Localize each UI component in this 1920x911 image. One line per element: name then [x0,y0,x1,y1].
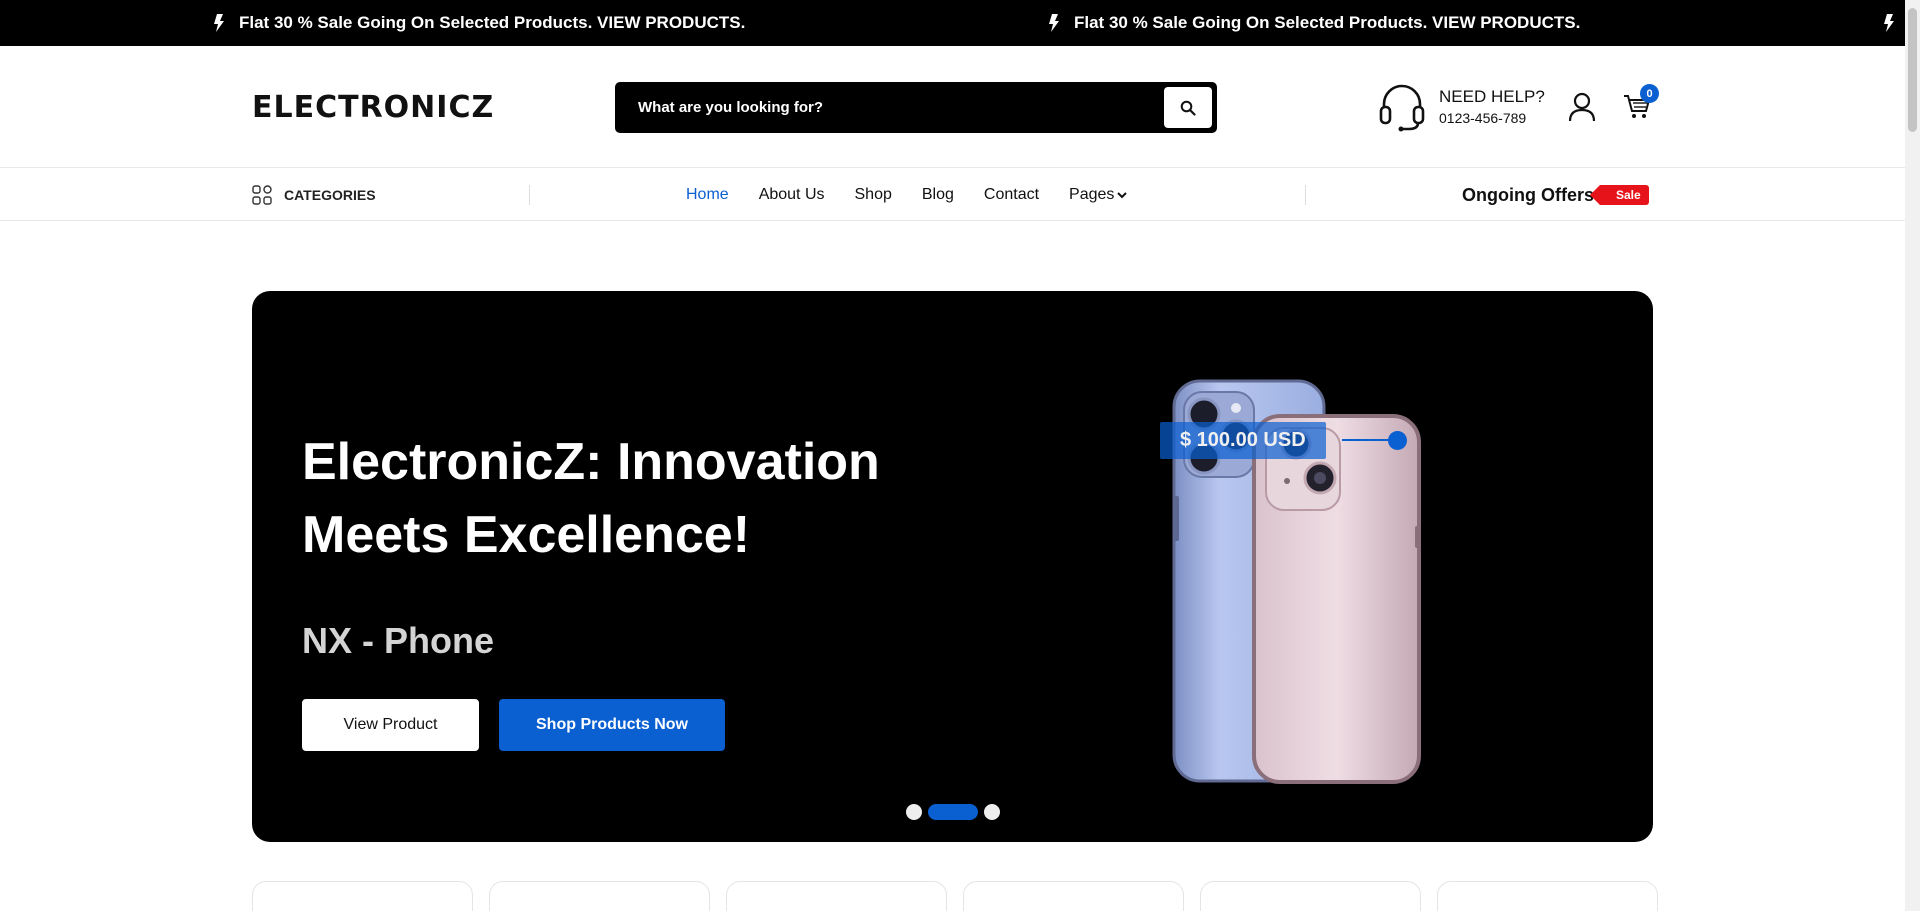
category-card[interactable] [726,881,947,911]
nav-item-shop[interactable]: Shop [855,186,892,204]
view-product-button[interactable]: View Product [302,699,479,751]
site-logo[interactable]: ELECTRONICZ [252,90,494,125]
category-cards [252,881,1658,911]
slide-dot[interactable] [906,804,922,820]
promo-item[interactable]: Flat 30 % Sale Going On Selected Product… [213,0,745,46]
ongoing-offers-link[interactable]: Ongoing Offers Sale [1462,169,1649,221]
category-card[interactable] [1437,881,1658,911]
account-button[interactable] [1568,92,1596,127]
price-tag: $ 100.00 USD [1160,422,1326,459]
nav-divider [1305,185,1306,205]
site-header: ELECTRONICZ NEED HELP? 0123-456-789 [0,46,1905,168]
nav-item-pages-label: Pages [1069,186,1115,203]
scrollbar-thumb[interactable] [1908,8,1917,132]
help-text: NEED HELP? 0123-456-789 [1439,86,1545,128]
promo-text: Flat 30 % Sale Going On Selected Product… [239,13,746,32]
help-phone[interactable]: 0123-456-789 [1439,108,1545,128]
slider-pagination [906,804,1000,820]
help-title: NEED HELP? [1439,87,1545,106]
promo-bar: Flat 30 % Sale Going On Selected Product… [0,0,1905,46]
bolt-icon [1049,14,1059,32]
category-card[interactable] [963,881,1184,911]
hero-slider: ElectronicZ: Innovation Meets Excellence… [252,291,1653,842]
nav-item-home[interactable]: Home [686,186,729,204]
headset-icon [1379,84,1425,132]
chevron-down-icon [1117,192,1128,199]
nav-divider [529,185,530,205]
cart-count-badge: 0 [1640,84,1659,103]
search-bar [615,82,1217,133]
bolt-icon [214,14,224,32]
offers-label: Ongoing Offers [1462,184,1594,205]
nav-item-contact[interactable]: Contact [984,186,1039,204]
help-contact: NEED HELP? 0123-456-789 [1379,82,1545,132]
nav-item-about-us[interactable]: About Us [759,186,825,204]
cart-button[interactable]: 0 [1623,84,1659,125]
nav-item-blog[interactable]: Blog [922,186,954,204]
category-card[interactable] [489,881,710,911]
hero-subtitle: NX - Phone [302,620,495,661]
categories-label: CATEGORIES [284,187,376,203]
category-card[interactable] [252,881,473,911]
categories-button[interactable]: CATEGORIES [252,169,376,221]
promo-item[interactable]: Flat 30 % Sale Going On Selected Product… [1048,0,1580,46]
shop-products-button[interactable]: Shop Products Now [499,699,725,751]
promo-text: Flat 30 % Sale Going On Selected Product… [1074,13,1581,32]
grid-icon [252,185,272,205]
search-button[interactable] [1164,87,1212,128]
main-nav: CATEGORIES Home About Us Shop Blog Conta… [0,169,1905,221]
user-icon [1568,92,1596,122]
nav-menu: Home About Us Shop Blog Contact Pages [686,169,1128,221]
slide-dot[interactable] [984,804,1000,820]
slide-dot-active[interactable] [928,804,978,820]
bolt-icon [1884,14,1894,32]
price-hotspot[interactable] [1388,431,1407,450]
nav-item-pages[interactable]: Pages [1069,186,1128,204]
sale-badge: Sale [1590,185,1649,205]
hero-title: ElectronicZ: Innovation Meets Excellence… [302,433,880,564]
promo-item[interactable] [1883,0,1895,46]
category-card[interactable] [1200,881,1421,911]
search-input[interactable] [638,82,1138,133]
search-icon [1180,100,1196,116]
page-scrollbar[interactable] [1905,0,1920,911]
